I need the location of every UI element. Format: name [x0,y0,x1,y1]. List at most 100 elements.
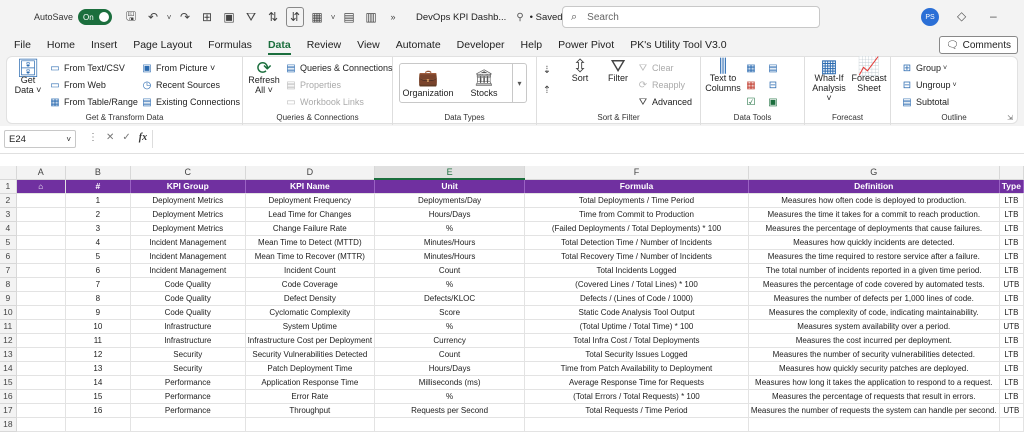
relationships-button[interactable]: ⊟ [767,78,782,92]
cell-kpi-group[interactable]: Infrastructure [130,333,246,348]
cancel-icon[interactable]: ✕ [106,132,114,143]
cell-unit[interactable]: Milliseconds (ms) [374,375,526,390]
tab-page-layout[interactable]: Page Layout [125,34,200,56]
cell-kpi-name[interactable]: Incident Count [245,263,376,278]
cell-number[interactable]: 11 [65,333,131,348]
cell-kpi-group[interactable]: Security [130,361,246,376]
row-header[interactable]: 7 [0,263,17,278]
row-header[interactable]: 8 [0,277,17,292]
cell-blank[interactable] [16,249,66,264]
cell-kpi-name[interactable]: Code Coverage [245,277,376,292]
group-button[interactable]: ⊞ Group ˅ [901,61,947,75]
cell-kpi-name[interactable]: Application Response Time [245,375,376,390]
cell-kpi-group[interactable]: Security [130,347,246,362]
row-header[interactable]: 3 [0,207,17,222]
cell-empty[interactable] [245,417,376,432]
column-header[interactable]: B [65,166,131,180]
cell-kpi-group[interactable]: Deployment Metrics [130,193,246,208]
from-table-button[interactable]: ▦ From Table/Range [49,95,138,109]
from-text-button[interactable]: ▭ From Text/CSV [49,61,125,75]
cell-kpi-group[interactable]: Code Quality [130,291,246,306]
cell-number[interactable]: 7 [65,277,131,292]
search-box[interactable]: ⌕ Search [562,6,820,28]
cell-number[interactable]: 5 [65,249,131,264]
cell-formula[interactable]: Total Security Issues Logged [524,347,749,362]
tab-home[interactable]: Home [39,34,83,56]
cell-kpi-group[interactable]: Performance [130,389,246,404]
cell-kpi-name[interactable]: Error Rate [245,389,376,404]
cell-formula[interactable]: Total Deployments / Time Period [524,193,749,208]
cell-formula[interactable]: Total Requests / Time Period [524,403,749,418]
avatar[interactable]: PS [921,8,939,26]
from-web-button[interactable]: ▭ From Web [49,78,106,92]
cell-unit[interactable]: Hours/Days [374,207,526,222]
cell-definition[interactable]: Measures the number of defects per 1,000… [748,291,1000,306]
tab-data[interactable]: Data [260,34,299,56]
saved-status[interactable]: • Saved [530,12,563,23]
more-icon[interactable]: » [382,6,404,28]
cell-formula[interactable]: Total Incidents Logged [524,263,749,278]
flash-fill-button[interactable]: ▦ [745,61,760,75]
cell-definition[interactable]: Measures how often code is deployed to p… [748,193,1000,208]
cell-formula[interactable]: Average Response Time for Requests [524,375,749,390]
cell-unit[interactable]: Currency [374,333,526,348]
cell-kpi-group[interactable]: Infrastructure [130,319,246,334]
cell-kpi-group[interactable]: Performance [130,403,246,418]
row-header[interactable]: 16 [0,389,17,404]
filter-icon[interactable]: ⛛ [240,6,262,28]
cell-definition[interactable]: Measures the time it takes for a commit … [748,207,1000,222]
recent-sources-button[interactable]: ◷ Recent Sources [141,78,220,92]
stocks-button[interactable]: 🏛 Stocks [456,64,512,102]
cell-blank[interactable] [16,333,66,348]
cell-type[interactable]: LTB [999,221,1024,236]
text-to-columns-button[interactable]: ⫼ Text to Columns [705,57,741,93]
organization-button[interactable]: 💼 Organization [400,64,456,102]
refresh-all-button[interactable]: ⟳ Refresh All ˅ [247,59,281,95]
row-header[interactable]: 6 [0,249,17,264]
cell-number[interactable]: 3 [65,221,131,236]
cell-blank[interactable] [16,221,66,236]
image-icon[interactable]: ▣ [218,6,240,28]
cell-number[interactable]: 14 [65,375,131,390]
cell-number[interactable]: 6 [65,263,131,278]
tab-help[interactable]: Help [513,34,551,56]
tab-formulas[interactable]: Formulas [200,34,260,56]
tab-utility-tool[interactable]: PK's Utility Tool V3.0 [622,34,734,56]
ungroup-button[interactable]: ⊟ Ungroup ˅ [901,78,957,92]
tab-review[interactable]: Review [299,34,349,56]
cell-blank[interactable] [16,263,66,278]
cell-kpi-name[interactable]: Mean Time to Detect (MTTD) [245,235,376,250]
cell-unit[interactable]: Hours/Days [374,361,526,376]
minimize-icon[interactable]: – [990,9,997,23]
header-kpi-group[interactable]: KPI Group [130,179,246,194]
cell-formula[interactable]: Total Detection Time / Number of Inciden… [524,235,749,250]
cell-type[interactable]: UTB [999,319,1024,334]
cell-number[interactable]: 1 [65,193,131,208]
cell-unit[interactable]: Count [374,263,526,278]
from-picture-button[interactable]: ▣ From Picture ˅ [141,61,215,75]
remove-duplicates-button[interactable]: ▦ [745,78,760,92]
row-header[interactable]: 13 [0,347,17,362]
row-header[interactable]: 1 [0,179,17,194]
cell-unit[interactable]: Minutes/Hours [374,235,526,250]
cell-number[interactable]: 12 [65,347,131,362]
cell-definition[interactable]: Measures the number of requests the syst… [748,403,1000,418]
cell-empty[interactable] [999,417,1024,432]
cell-blank[interactable] [16,193,66,208]
cell-unit[interactable]: Requests per Second [374,403,526,418]
column-header[interactable]: D [245,166,376,180]
spreadsheet-icon[interactable]: ▤ [338,6,360,28]
existing-connections-button[interactable]: ▤ Existing Connections [141,95,240,109]
cell-number[interactable]: 2 [65,207,131,222]
cell-type[interactable]: UTB [999,403,1024,418]
cell-definition[interactable]: Measures the number of security vulnerab… [748,347,1000,362]
document-icon[interactable]: ▥ [360,6,382,28]
home-icon[interactable]: ⌂ [16,179,66,194]
cell-empty[interactable] [374,417,526,432]
cell-definition[interactable]: The total number of incidents reported i… [748,263,1000,278]
cell-blank[interactable] [16,375,66,390]
cell-number[interactable]: 16 [65,403,131,418]
row-header[interactable]: 10 [0,305,17,320]
undo-dropdown-icon[interactable]: ˅ [164,6,174,28]
cell-type[interactable]: LTB [999,361,1024,376]
